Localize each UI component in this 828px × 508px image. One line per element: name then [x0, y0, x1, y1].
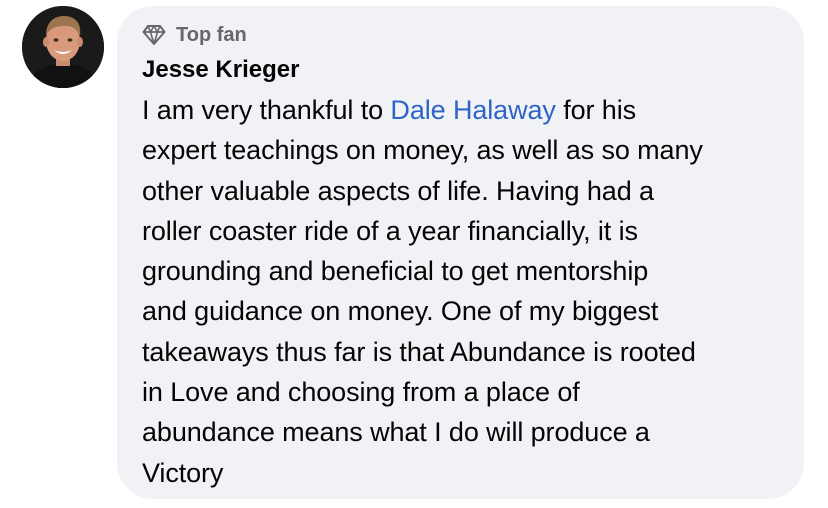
comment-bubble: Top fan Jesse Krieger I am very thankful… — [117, 6, 804, 499]
top-fan-badge[interactable]: Top fan — [142, 20, 780, 50]
badge-label: Top fan — [176, 23, 247, 46]
mention-link[interactable]: Dale Halaway — [390, 95, 555, 125]
profile-photo-man — [22, 6, 104, 88]
author-avatar[interactable] — [22, 6, 104, 88]
comment-line: and guidance on money. One of my biggest — [142, 296, 659, 327]
comment-line: expert teachings on money, as well as so… — [142, 135, 703, 166]
comment-line: roller coaster ride of a year financiall… — [142, 215, 638, 246]
comment-line: in Love and choosing from a place of — [142, 377, 580, 408]
comment-line: abundance means what I do will produce a — [142, 417, 650, 448]
comment-line: Victory — [142, 457, 224, 488]
comment-line: takeaways thus far is that Abundance is … — [142, 336, 696, 367]
comment-line: other valuable aspects of life. Having h… — [142, 175, 654, 206]
comment-line: grounding and beneficial to get mentorsh… — [142, 256, 649, 287]
diamond-icon — [142, 24, 166, 46]
comment-text: I am very thankful to Dale Halaway for h… — [142, 90, 780, 493]
author-name[interactable]: Jesse Krieger — [142, 55, 780, 85]
comment-line: I am very thankful to Dale Halaway for h… — [142, 95, 637, 125]
